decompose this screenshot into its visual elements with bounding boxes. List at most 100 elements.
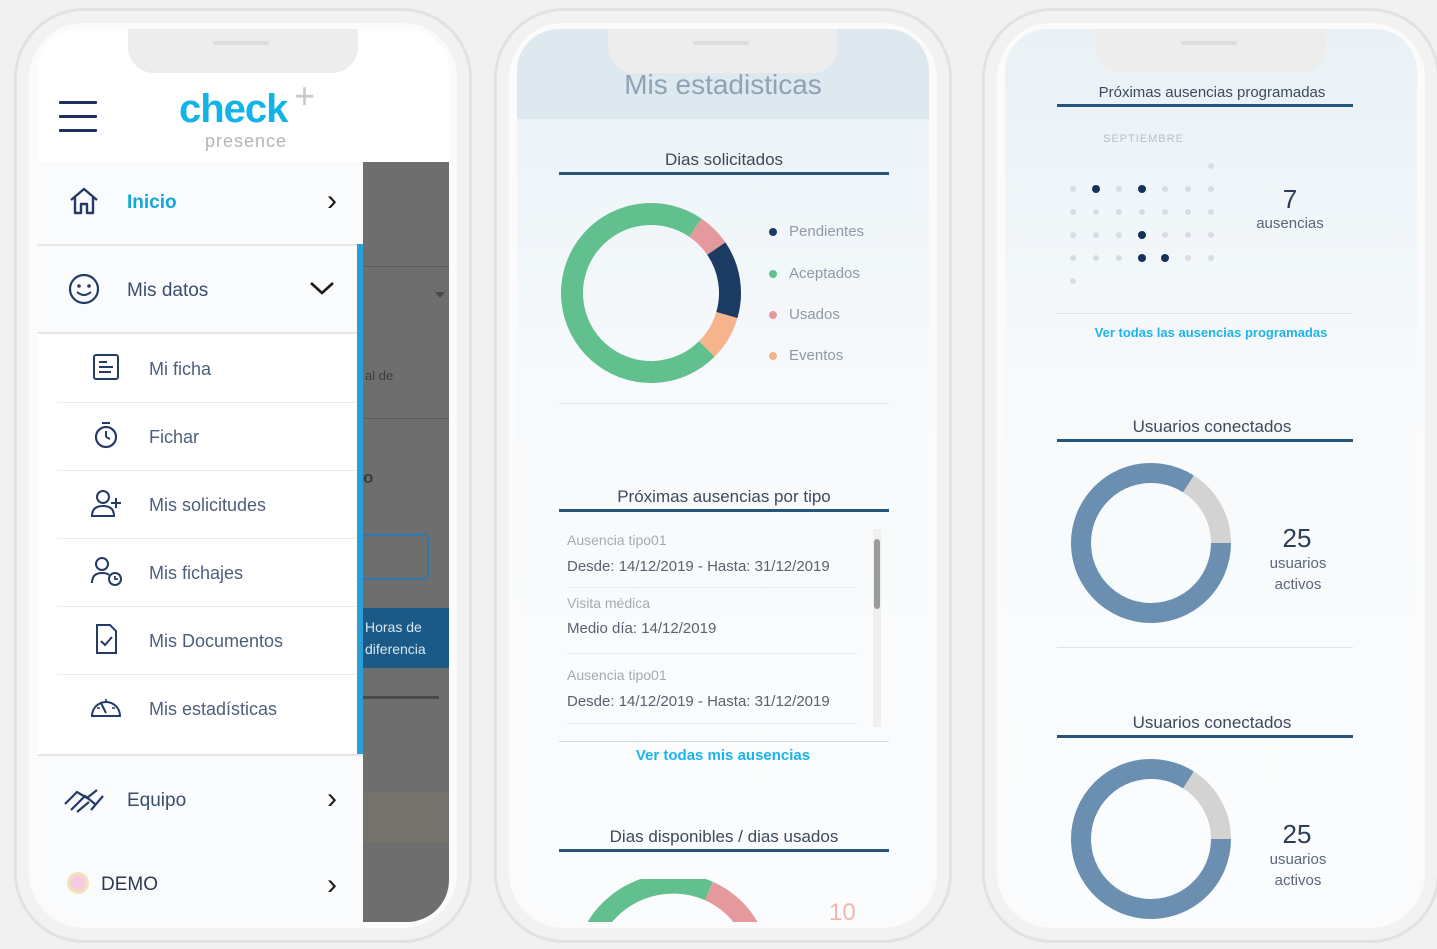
submenu-item-mis-estadisticas[interactable]: Mis estadísticas (57, 674, 363, 742)
submenu-label: Mi ficha (149, 359, 212, 379)
usuarios-donut (1071, 463, 1231, 623)
chevron-right-icon: › (327, 782, 337, 815)
estadisticas-screen: Mis estadisticas Dias solicitados Pendie… (517, 29, 929, 922)
phone-notch (608, 29, 838, 73)
section-title: Usuarios conectados (1132, 713, 1292, 732)
menu-item-label: DEMO (101, 874, 158, 895)
menu-item-mis-datos[interactable]: Mis datos (37, 246, 363, 334)
calendar-day-dot (1116, 209, 1122, 215)
ver-todas-ausencias-link[interactable]: Ver todas mis ausencias (517, 747, 929, 764)
ausencia-detail: Desde: 14/12/2019 - Hasta: 31/12/2019 (567, 558, 830, 575)
usuarios-label: activos (1274, 872, 1322, 889)
section-underline (559, 849, 889, 852)
menu-item-label: Equipo (127, 790, 187, 811)
calendar-dots (1070, 163, 1214, 284)
usuarios-label: usuarios (1269, 555, 1327, 572)
side-menu: Inicio › Mis datos Mi ficha Fichar Mis s… (37, 162, 363, 922)
submenu-item-mis-fichajes[interactable]: Mis fichajes (57, 538, 363, 607)
chevron-right-icon: › (327, 184, 337, 217)
donut-slice-aceptados (561, 203, 715, 383)
section-title: Usuarios conectados (1132, 417, 1292, 436)
legend-dot-icon (769, 311, 777, 320)
menu-item-label: Mis datos (127, 280, 209, 301)
legend-label: Usados (789, 306, 840, 323)
calendar-day-dot (1162, 209, 1168, 215)
calendar-day-dot (1116, 255, 1122, 261)
calendar-month: SEPTIEMBRE (1103, 133, 1184, 145)
ausencias-screen: Próximas ausencias programadas SEPTIEMBR… (1005, 29, 1417, 922)
calendar-day-dot (1116, 232, 1122, 238)
calendar-day-dot (1070, 209, 1076, 215)
list-divider (567, 653, 857, 654)
overlay-tag: Horas de diferencia (363, 608, 449, 668)
submenu-label: Mis solicitudes (149, 495, 267, 515)
usuarios-count: 25 (1282, 819, 1312, 849)
list-scrollbar[interactable] (873, 529, 881, 727)
submenu-item-mi-ficha[interactable]: Mi ficha (57, 334, 363, 403)
section-title: Dias solicitados (664, 150, 784, 169)
disponibles-donut (587, 879, 758, 922)
ausencias-list[interactable]: Ausencia tipo01 Desde: 14/12/2019 - Hast… (563, 529, 881, 727)
submenu-item-mis-documentos[interactable]: Mis Documentos (57, 606, 363, 675)
phone-frame-menu: al de o Horas de diferencia check + pres… (14, 8, 472, 943)
calendar-day-dot (1162, 232, 1168, 238)
overlay-text: o (363, 468, 374, 487)
document-check-icon (96, 624, 117, 654)
legend-item: Aceptados (769, 265, 860, 282)
calendar-day-dot (1138, 254, 1146, 262)
section-title: Próximas ausencias por tipo (617, 487, 831, 506)
home-icon (70, 187, 98, 215)
section-title: Próximas ausencias programadas (1098, 84, 1326, 101)
usuarios-donut (1071, 759, 1231, 919)
menu-item-demo[interactable]: DEMO › (37, 842, 363, 922)
handshake-icon (64, 789, 104, 813)
calendar-day-dot (1070, 278, 1076, 284)
calendar-day-dot (1070, 255, 1076, 261)
chevron-right-icon: › (327, 868, 337, 901)
stopwatch-icon (94, 422, 118, 449)
menu-item-equipo[interactable]: Equipo › (37, 754, 363, 844)
overlay-divider (363, 266, 449, 267)
phone-frame-estadisticas: Mis estadisticas Dias solicitados Pendie… (494, 8, 952, 943)
scrollbar-thumb[interactable] (874, 539, 880, 609)
add-user-icon (90, 490, 121, 517)
submenu-item-mis-solicitudes[interactable]: Mis solicitudes (57, 470, 363, 539)
page-title: Mis estadisticas (624, 69, 822, 100)
section-underline (1057, 735, 1353, 738)
overlay-divider (363, 418, 449, 419)
legend-dot-icon (769, 228, 777, 237)
section-title: Dias disponibles / dias usados (609, 827, 839, 846)
scroll-indicator (357, 244, 363, 754)
ver-todas-programadas-link[interactable]: Ver todas las ausencias programadas (1005, 325, 1417, 340)
ausencia-detail: Desde: 14/12/2019 - Hasta: 31/12/2019 (567, 693, 830, 710)
disponibles-value: 10 (829, 899, 856, 922)
overlay-input (359, 534, 429, 580)
submenu-label: Fichar (149, 427, 200, 447)
overlay-block (363, 792, 449, 842)
divider (559, 741, 889, 742)
legend-dot-icon (769, 352, 777, 361)
list-divider (567, 723, 857, 724)
hamburger-icon[interactable] (59, 101, 97, 133)
dias-solicitados-donut (561, 203, 741, 383)
chevron-down-icon (310, 282, 334, 295)
section-underline (559, 509, 889, 512)
menu-item-label: Inicio (127, 192, 177, 213)
menu-item-inicio[interactable]: Inicio › (37, 162, 363, 246)
submenu-item-fichar[interactable]: Fichar (57, 402, 363, 471)
submenu-label: Mis Documentos (149, 631, 284, 651)
usuarios-label: activos (1274, 576, 1322, 593)
calendar-day-dot (1208, 232, 1214, 238)
calendar-day-dot (1093, 255, 1099, 261)
submenu-label: Mis estadísticas (149, 699, 278, 719)
calendar-day-dot (1162, 186, 1168, 192)
overlay-text: al de (365, 368, 394, 383)
calendar-day-dot (1161, 254, 1169, 262)
donut-slice-usados (688, 218, 726, 256)
usuarios-count: 25 (1282, 523, 1312, 553)
calendar-day-dot (1208, 186, 1214, 192)
divider (1057, 647, 1353, 648)
menu-screen: al de o Horas de diferencia check + pres… (37, 29, 449, 922)
calendar-day-dot (1185, 255, 1191, 261)
section-underline (1057, 439, 1353, 442)
